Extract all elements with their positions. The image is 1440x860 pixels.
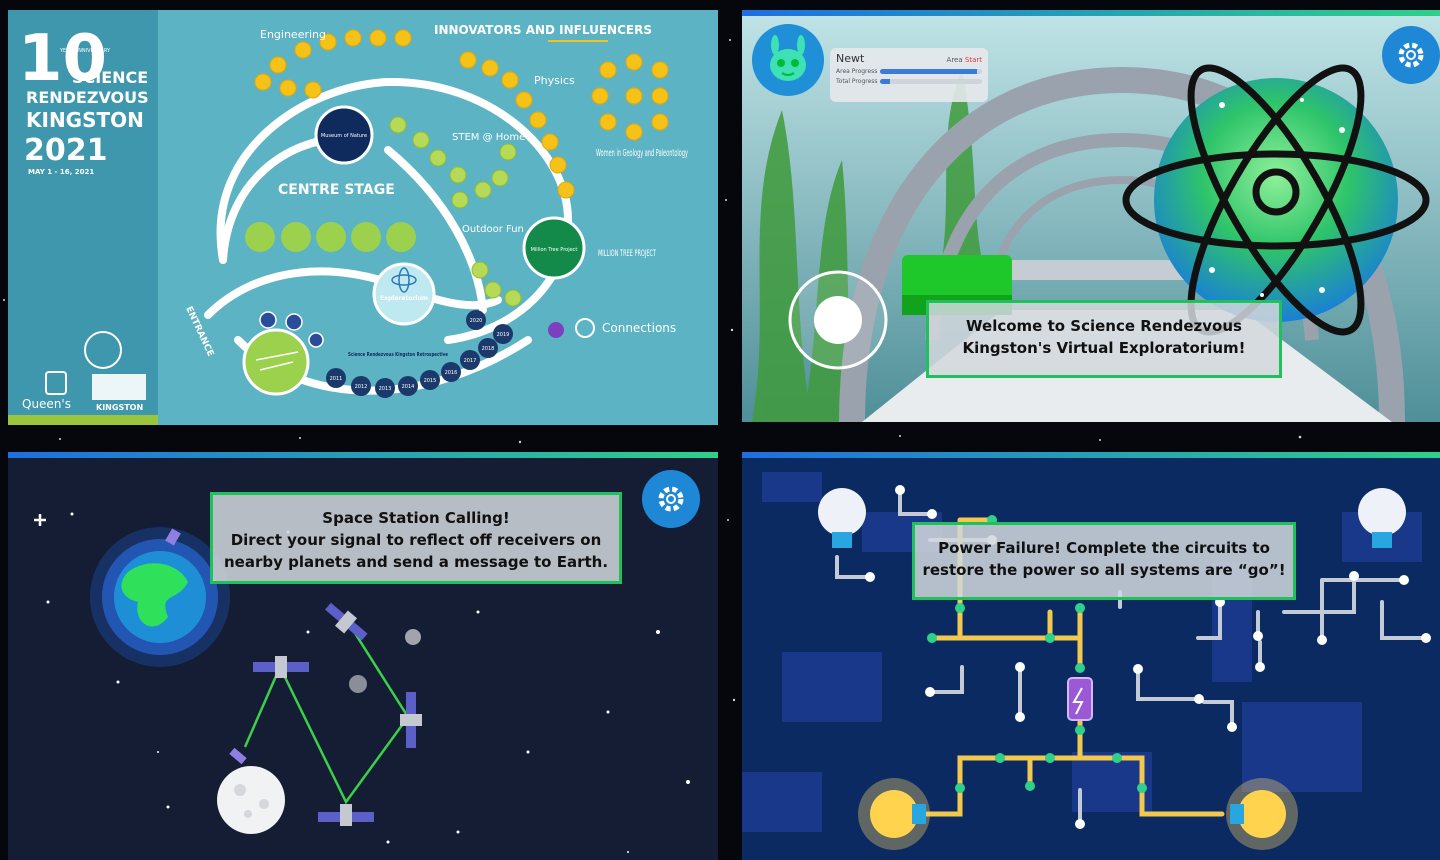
zone-women-geology[interactable]: Women in Geology and Paleontology — [596, 148, 688, 159]
retro-year: 2013 — [379, 386, 392, 392]
sparkle-icon — [34, 514, 46, 526]
retro-year: 2017 — [464, 358, 477, 364]
settings-button[interactable] — [1382, 26, 1440, 84]
connections-logo-icon — [575, 318, 595, 338]
zone-connections[interactable]: Connections — [602, 321, 676, 335]
exploratorium-panel: Newt Area Start Area Progress Total Prog… — [742, 10, 1440, 422]
zone-outdoor-fun[interactable]: Outdoor Fun — [462, 224, 524, 235]
player-avatar[interactable] — [752, 24, 824, 96]
innovators-underline — [548, 40, 608, 42]
retro-year: 2018 — [482, 346, 495, 352]
glowing-star — [405, 629, 421, 645]
gear-icon — [1398, 42, 1424, 68]
space-message-line-3: nearby planets and send a message to Ear… — [223, 553, 609, 571]
area-progress-fill — [880, 69, 977, 74]
circuit-board — [742, 472, 1431, 850]
area-progress-label: Area Progress — [836, 68, 878, 75]
queens-logo-text: Queen's — [22, 397, 71, 411]
circuit-game-panel: Power Failure! Complete the circuits to … — [742, 452, 1440, 860]
earth-planet[interactable] — [90, 527, 230, 667]
sidebar-accent-bar — [8, 415, 158, 425]
player-info-card: Newt Area Start Area Progress Total Prog… — [830, 48, 988, 102]
zone-physics[interactable]: Physics — [534, 74, 575, 87]
space-message-line-2: Direct your signal to reflect off receiv… — [230, 531, 602, 549]
centre-stage-nodes — [245, 222, 416, 252]
logo-line-science: SCIENCE — [72, 68, 148, 87]
total-progress-bar — [880, 79, 982, 84]
zone-engineering[interactable]: Engineering — [260, 28, 326, 41]
million-tree-node-label: Million Tree Project — [531, 247, 578, 253]
zone-stem-home[interactable]: STEM @ Home — [452, 132, 525, 143]
player-hud: Newt Area Start Area Progress Total Prog… — [752, 24, 988, 102]
logo-line-kingston: KINGSTON — [26, 108, 144, 132]
moon-planet[interactable] — [217, 747, 285, 834]
alien-avatar-icon — [770, 35, 806, 81]
space-station-panel: Space Station Calling! Direct your signa… — [8, 452, 718, 860]
retro-year: 2016 — [445, 370, 458, 376]
million-tree-logo: MILLION TREE PROJECT — [598, 249, 656, 259]
circuit-message-box: Power Failure! Complete the circuits to … — [912, 522, 1296, 600]
moon-antenna-icon — [229, 747, 247, 765]
lit-bulb-bottom-right[interactable] — [1226, 778, 1298, 850]
kingston-sponsor-text: KINGSTON — [96, 403, 143, 412]
connections-node — [548, 322, 564, 338]
museum-node[interactable]: Museum of Nature — [314, 105, 374, 165]
player-name: Newt — [836, 52, 865, 65]
zone-centre-stage[interactable]: CENTRE STAGE — [278, 182, 395, 198]
space-message-box: Space Station Calling! Direct your signa… — [210, 492, 622, 584]
satellite-receiver[interactable] — [318, 804, 374, 826]
entry-node[interactable] — [242, 328, 310, 396]
satellite-receiver[interactable] — [253, 656, 309, 678]
million-tree-node[interactable]: Million Tree Project — [522, 216, 586, 280]
circuit-message-line-2: restore the power so all systems are “go… — [922, 561, 1286, 579]
retro-year: 2015 — [424, 378, 437, 384]
zone-retrospective[interactable]: Science Rendezvous Kingston Retrospectiv… — [348, 352, 448, 358]
battery-component[interactable] — [1067, 677, 1093, 721]
kingston-sponsor-logo — [92, 374, 146, 400]
logo-line-rendezvous: RENDEZVOUS — [26, 88, 149, 107]
gear-icon — [658, 486, 684, 512]
area-label: Area — [946, 56, 963, 64]
welcome-message-box: Welcome to Science Rendezvous Kingston's… — [926, 300, 1282, 378]
total-progress-label: Total Progress — [836, 78, 878, 85]
satellite-receiver[interactable] — [321, 599, 371, 645]
retro-year: 2014 — [402, 384, 415, 390]
satellite-receiver[interactable] — [400, 692, 422, 748]
anniversary-text: YEAR ANNIVERSARY — [59, 48, 111, 54]
space-message-line-1: Space Station Calling! — [322, 509, 510, 527]
movement-joystick[interactable] — [788, 270, 888, 370]
panel-top-bar — [742, 10, 1440, 16]
zone-innovators[interactable]: INNOVATORS AND INFLUENCERS — [434, 23, 652, 37]
exploratorium-node[interactable]: Exploratorium — [372, 262, 436, 326]
area-progress-bar — [880, 69, 982, 74]
event-map-panel: 10 YEAR ANNIVERSARY SCIENCE RENDEZVOUS K… — [8, 10, 718, 425]
welcome-line-1: Welcome to Science Rendezvous — [966, 317, 1242, 335]
settings-button[interactable] — [642, 470, 700, 528]
retro-year: 2011 — [330, 376, 343, 382]
welcome-line-2: Kingston's Virtual Exploratorium! — [962, 339, 1246, 357]
exploratorium-label: Exploratorium — [380, 295, 428, 302]
lit-bulb-bottom-left[interactable] — [858, 778, 930, 850]
retro-year: 2012 — [355, 384, 368, 390]
panel-top-bar — [8, 452, 718, 458]
total-progress-fill — [880, 79, 891, 84]
panel-top-bar — [742, 452, 1440, 458]
circuit-message-line-1: Power Failure! Complete the circuits to — [938, 539, 1270, 557]
logo-year: 2021 — [24, 133, 108, 168]
retro-year: 2020 — [470, 318, 483, 324]
museum-label: Museum of Nature — [321, 133, 367, 139]
logo-dates: MAY 1 - 16, 2021 — [28, 168, 94, 176]
retro-year: 2019 — [497, 332, 510, 338]
area-value: Start — [964, 56, 982, 64]
glowing-star — [349, 675, 367, 693]
event-map: 10 YEAR ANNIVERSARY SCIENCE RENDEZVOUS K… — [8, 10, 688, 425]
unlit-bulb-top-left[interactable] — [818, 488, 866, 548]
